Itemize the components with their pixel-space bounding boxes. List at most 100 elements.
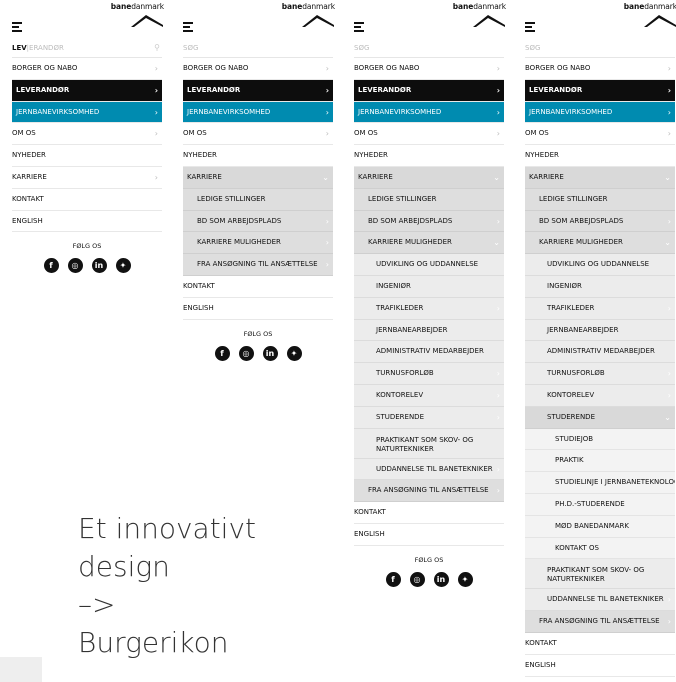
submenu-item[interactable]: BD SOM ARBEJDSPLADS › [183, 210, 333, 233]
menu-item-leverandor[interactable]: LEVERANDØR › [12, 79, 162, 102]
submenu-item-open[interactable]: KARRIERE MULIGHEDER ⌄ [525, 232, 675, 255]
menu-item-karriere[interactable]: KARRIERE › [12, 167, 162, 189]
menu-item-om-os[interactable]: OM OS › [12, 123, 162, 146]
header-bar: banedanmark [12, 0, 164, 38]
menu-item-nyheder[interactable]: NYHEDER [354, 145, 504, 167]
menu-item-jernbanevirksomhed[interactable]: JERNBANEVIRKSOMHED › [354, 101, 504, 124]
submenu-item[interactable]: JERNBANEARBEJDER [354, 319, 504, 342]
submenu-item[interactable]: UDDANNELSE TIL BANETEKNIKER › [525, 589, 675, 612]
submenu-item[interactable]: UDDANNELSE TIL BANETEKNIKER › [354, 458, 504, 481]
submenu-item[interactable]: PRAKTIKANT SOM SKOV- OG NATURTEKNIKER [525, 559, 675, 590]
submenu-item[interactable]: BD SOM ARBEJDSPLADS › [525, 210, 675, 233]
menu-item-om-os[interactable]: OM OS › [525, 123, 675, 146]
submenu-item[interactable]: FRA ANSØGNING TIL ANSÆTTELSE › [525, 611, 675, 633]
submenu-item[interactable]: UDVIKLING OG UDDANNELSE [354, 254, 504, 276]
facebook-icon[interactable]: f [43, 258, 59, 274]
submenu-item[interactable]: FRA ANSØGNING TIL ANSÆTTELSE › [183, 254, 333, 276]
menu-item-jernbanevirksomhed[interactable]: JERNBANEVIRKSOMHED › [12, 101, 162, 124]
menu-item-om-os[interactable]: OM OS › [354, 123, 504, 146]
submenu-item[interactable]: STUDIEJOB [525, 428, 675, 451]
menu-item-nyheder[interactable]: NYHEDER [525, 145, 675, 167]
menu-item-karriere[interactable]: KARRIERE ⌄ [354, 166, 504, 189]
linkedin-icon[interactable]: in [433, 571, 449, 587]
search-input[interactable]: SØG [183, 38, 333, 58]
submenu-item[interactable]: UDVIKLING OG UDDANNELSE [525, 254, 675, 276]
menu-item-english[interactable]: ENGLISH [525, 655, 675, 677]
submenu-item[interactable]: INGENIØR [354, 275, 504, 298]
menu-item-english[interactable]: ENGLISH [354, 524, 504, 546]
banedanmark-logo[interactable]: banedanmark [446, 2, 506, 28]
submenu-item[interactable]: LEDIGE STILLINGER [525, 188, 675, 211]
submenu-item[interactable]: TRAFIKLEDER › [354, 297, 504, 320]
decorative-block [0, 657, 42, 682]
menu-item-karriere[interactable]: KARRIERE ⌄ [183, 166, 333, 189]
submenu-item[interactable]: STUDERENDE › [354, 406, 504, 429]
hamburger-icon[interactable] [354, 22, 364, 32]
menu-item-leverandor[interactable]: LEVERANDØR › [183, 79, 333, 102]
search-input[interactable]: LEV|ERANDØR ⚲ [12, 38, 162, 58]
banedanmark-logo[interactable]: banedanmark [104, 2, 164, 28]
instagram-icon[interactable]: ◎ [67, 258, 83, 274]
menu-item-leverandor[interactable]: LEVERANDØR › [354, 79, 504, 102]
facebook-icon[interactable]: f [385, 571, 401, 587]
submenu-item[interactable]: KONTORELEV › [354, 384, 504, 407]
submenu-item[interactable]: INGENIØR [525, 275, 675, 298]
submenu-item[interactable]: TURNUSFORLØB › [525, 363, 675, 385]
submenu-item-open[interactable]: KARRIERE MULIGHEDER ⌄ [354, 232, 504, 255]
submenu-item[interactable]: TURNUSFORLØB › [354, 363, 504, 385]
facebook-icon[interactable]: f [214, 345, 230, 361]
menu-item-kontakt[interactable]: KONTAKT [12, 189, 162, 211]
menu-item-kontakt[interactable]: KONTAKT [354, 502, 504, 524]
menu-item-borger[interactable]: BORGER OG NABO › [354, 58, 504, 80]
chevron-right-icon: › [325, 107, 329, 117]
menu-item-english[interactable]: ENGLISH [183, 298, 333, 320]
submenu-item[interactable]: ADMINISTRATIV MEDARBEJDER [525, 341, 675, 364]
search-input[interactable]: SØG [525, 38, 675, 58]
menu-item-jernbanevirksomhed[interactable]: JERNBANEVIRKSOMHED › [183, 101, 333, 124]
menu-item-borger[interactable]: BORGER OG NABO › [183, 58, 333, 80]
submenu-item[interactable]: LEDIGE STILLINGER [354, 188, 504, 211]
submenu-item[interactable]: TRAFIKLEDER › [525, 297, 675, 320]
submenu-item[interactable]: JERNBANEARBEJDER [525, 319, 675, 342]
menu-item-om-os[interactable]: OM OS › [183, 123, 333, 146]
instagram-icon[interactable]: ◎ [238, 345, 254, 361]
submenu-item[interactable]: FRA ANSØGNING TIL ANSÆTTELSE › [354, 480, 504, 503]
submenu-item[interactable]: STUDIELINJE I JERNBANETEKNOLOGI [525, 472, 675, 494]
chevron-right-icon: › [496, 390, 500, 400]
hamburger-icon[interactable] [525, 22, 535, 32]
menu-item-jernbanevirksomhed[interactable]: JERNBANEVIRKSOMHED › [525, 101, 675, 124]
menu-item-kontakt[interactable]: KONTAKT [183, 276, 333, 298]
submenu-item[interactable]: PRAKTIKANT SOM SKOV- OG NATURTEKNIKER [354, 428, 504, 459]
banedanmark-logo[interactable]: banedanmark [275, 2, 335, 28]
menu-item-nyheder[interactable]: NYHEDER [12, 145, 162, 167]
menu-item-leverandor[interactable]: LEVERANDØR › [525, 79, 675, 102]
menu-item-kontakt[interactable]: KONTAKT [525, 633, 675, 655]
submenu-item[interactable]: PRAKTIK [525, 450, 675, 473]
menu-item-borger[interactable]: BORGER OG NABO › [12, 58, 162, 80]
submenu-item[interactable]: PH.D.-STUDERENDE [525, 493, 675, 516]
search-input[interactable]: SØG [354, 38, 504, 58]
linkedin-icon[interactable]: in [91, 258, 107, 274]
chevron-right-icon: › [496, 464, 500, 474]
submenu-item[interactable]: LEDIGE STILLINGER [183, 188, 333, 211]
submenu-item[interactable]: BD SOM ARBEJDSPLADS › [354, 210, 504, 233]
banedanmark-logo[interactable]: banedanmark [617, 2, 676, 28]
submenu-item-open[interactable]: STUDERENDE ⌄ [525, 406, 675, 429]
submenu-item[interactable]: MØD BANEDANMARK [525, 515, 675, 538]
submenu-item[interactable]: KONTAKT OS [525, 537, 675, 560]
submenu-item[interactable]: ADMINISTRATIV MEDARBEJDER [354, 341, 504, 364]
submenu-item[interactable]: KONTORELEV › [525, 384, 675, 407]
menu-item-karriere[interactable]: KARRIERE ⌄ [525, 166, 675, 189]
twitter-icon[interactable]: ✦ [286, 345, 302, 361]
hamburger-icon[interactable] [12, 22, 22, 32]
linkedin-icon[interactable]: in [262, 345, 278, 361]
instagram-icon[interactable]: ◎ [409, 571, 425, 587]
twitter-icon[interactable]: ✦ [115, 258, 131, 274]
submenu-item[interactable]: KARRIERE MULIGHEDER › [183, 232, 333, 255]
twitter-icon[interactable]: ✦ [457, 571, 473, 587]
search-icon[interactable]: ⚲ [154, 38, 160, 58]
menu-item-nyheder[interactable]: NYHEDER [183, 145, 333, 167]
menu-item-english[interactable]: ENGLISH [12, 211, 162, 233]
hamburger-icon[interactable] [183, 22, 193, 32]
menu-item-borger[interactable]: BORGER OG NABO › [525, 58, 675, 80]
